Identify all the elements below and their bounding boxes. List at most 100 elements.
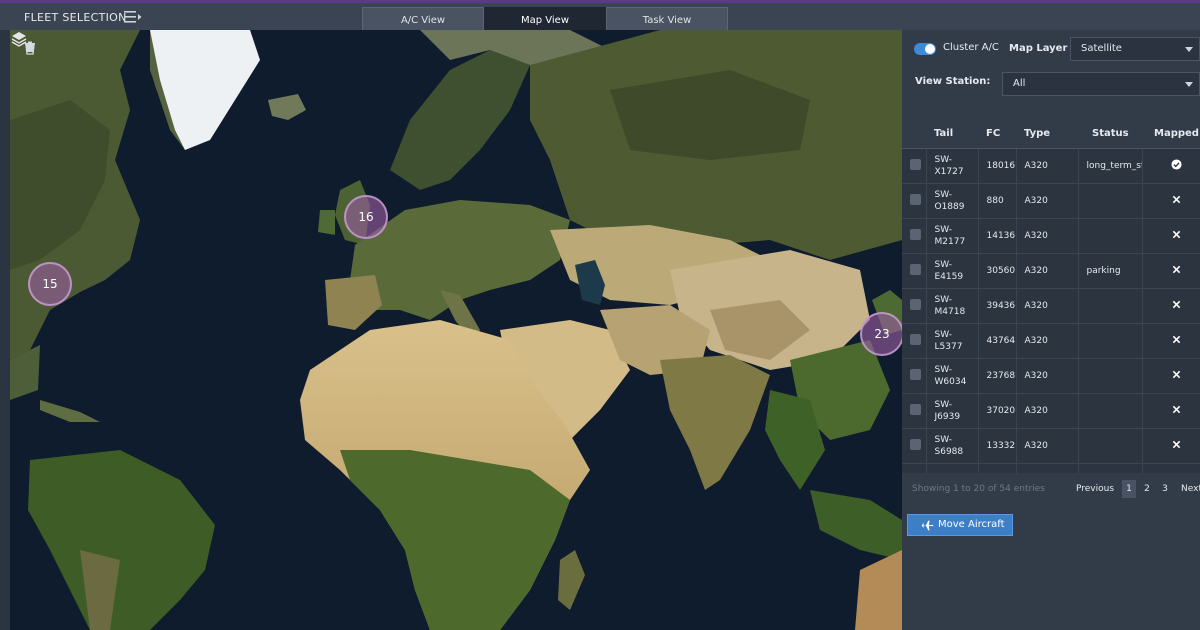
row-select-cell[interactable] [902,358,927,394]
map-layer-select[interactable]: Satellite [1070,37,1200,61]
row-checkbox[interactable] [910,403,921,415]
row-select-cell[interactable] [902,463,927,473]
row-select-cell[interactable] [902,183,927,219]
table-header-row: Tail FC Type Status Mapped [902,120,1200,149]
close-icon [1151,264,1200,277]
tail-cell: SW- [926,463,979,473]
status-cell: long_term_st [1078,148,1143,184]
row-checkbox[interactable] [910,333,921,345]
mapped-cell [1142,253,1200,289]
type-cell: A320 [1016,253,1079,289]
tail-cell: SW-O1889 [926,183,979,219]
table-row[interactable]: SW-X1727 18016 A320 long_term_st [902,148,1200,184]
status-cell [1078,358,1143,394]
mapped-cell [1142,323,1200,359]
row-select-cell[interactable] [902,393,927,429]
row-select-cell[interactable] [902,218,927,254]
page-button-3[interactable]: 3 [1160,480,1170,498]
mapped-cell [1142,463,1200,473]
table-row[interactable]: SW-E4159 30560 A320 parking [902,253,1200,289]
top-bar: FLEET SELECTION A/C View Map View Task V… [0,0,1200,33]
status-cell: parking [1078,253,1143,289]
table-row[interactable]: SW- [902,463,1200,473]
row-checkbox[interactable] [910,368,921,380]
status-cell [1078,428,1143,464]
menu-collapse-icon[interactable] [124,10,142,24]
close-icon [1151,229,1200,242]
type-cell [1016,463,1079,473]
type-cell: A320 [1016,358,1079,394]
table-row[interactable]: SW-L5377 43764 A320 [902,323,1200,359]
column-header-tail[interactable]: Tail [926,120,978,149]
move-aircraft-button[interactable]: Move Aircraft [907,514,1013,536]
row-select-cell[interactable] [902,428,927,464]
aircraft-table-body: SW-X1727 18016 A320 long_term_st SW-O1889 880… [902,148,1200,473]
airplane-icon [921,520,934,531]
fc-cell: 37020 [978,393,1017,429]
table-row[interactable]: SW-J6939 37020 A320 [902,393,1200,429]
page-button-1[interactable]: 1 [1122,480,1136,498]
map-layer-label: Map Layer [1009,43,1068,54]
type-cell: A320 [1016,218,1079,254]
chevron-down-icon [1185,47,1193,52]
previous-page-button[interactable]: Previous [1076,480,1114,498]
status-cell [1078,218,1143,254]
column-header-mapped[interactable]: Mapped [1142,120,1200,149]
aircraft-cluster-north-america[interactable]: 15 [28,262,72,306]
row-checkbox[interactable] [910,298,921,310]
view-station-select[interactable]: All [1002,72,1200,96]
move-aircraft-label: Move Aircraft [938,519,1005,530]
type-cell: A320 [1016,288,1079,324]
status-cell [1078,183,1143,219]
fc-cell: 14136 [978,218,1017,254]
column-header-status[interactable]: Status [1078,120,1142,149]
table-row[interactable]: SW-W6034 23768 A320 [902,358,1200,394]
satellite-map[interactable]: 16 15 23 [10,30,902,630]
select-all-header [902,120,926,149]
row-checkbox[interactable] [910,263,921,275]
row-checkbox[interactable] [910,193,921,205]
table-row[interactable]: SW-M2177 14136 A320 [902,218,1200,254]
view-station-row: View Station: All [902,70,1200,96]
table-row[interactable]: SW-S6988 13332 A320 [902,428,1200,464]
fc-cell: 30560 [978,253,1017,289]
row-checkbox[interactable] [910,158,921,170]
row-checkbox[interactable] [910,228,921,240]
column-header-fc[interactable]: FC [978,120,1016,149]
aircraft-cluster-europe[interactable]: 16 [344,195,388,239]
fc-cell: 13332 [978,428,1017,464]
next-page-button[interactable]: Next [1181,480,1200,498]
fc-cell [978,463,1017,473]
cluster-label: Cluster A/C [943,42,999,53]
mapped-cell [1142,428,1200,464]
tail-cell: SW-J6939 [926,393,979,429]
tail-cell: SW-W6034 [926,358,979,394]
column-header-type[interactable]: Type [1016,120,1078,149]
close-icon [1151,194,1200,207]
table-row[interactable]: SW-M4718 39436 A320 [902,288,1200,324]
close-icon [1151,334,1200,347]
world-map-graphic [10,30,902,630]
aircraft-table: Tail FC Type Status Mapped SW-X1727 18016… [902,120,1200,473]
map-controls-row: Cluster A/C Map Layer Satellite [902,34,1200,61]
row-checkbox[interactable] [910,438,921,450]
page-button-2[interactable]: 2 [1142,480,1152,498]
layers-icon[interactable] [10,30,28,48]
cluster-toggle[interactable] [914,43,936,55]
row-select-cell[interactable] [902,148,927,184]
row-select-cell[interactable] [902,288,927,324]
close-icon [1151,369,1200,382]
close-icon [1151,404,1200,417]
fc-cell: 23768 [978,358,1017,394]
tail-cell: SW-X1727 [926,148,979,184]
type-cell: A320 [1016,183,1079,219]
row-select-cell[interactable] [902,323,927,359]
aircraft-cluster-east-asia[interactable]: 23 [860,312,902,356]
tail-cell: SW-M2177 [926,218,979,254]
pagination: Showing 1 to 20 of 54 entries Previous 1… [902,476,1200,502]
tail-cell: SW-E4159 [926,253,979,289]
table-row[interactable]: SW-O1889 880 A320 [902,183,1200,219]
view-station-label: View Station: [915,76,991,87]
mapped-cell [1142,183,1200,219]
row-select-cell[interactable] [902,253,927,289]
